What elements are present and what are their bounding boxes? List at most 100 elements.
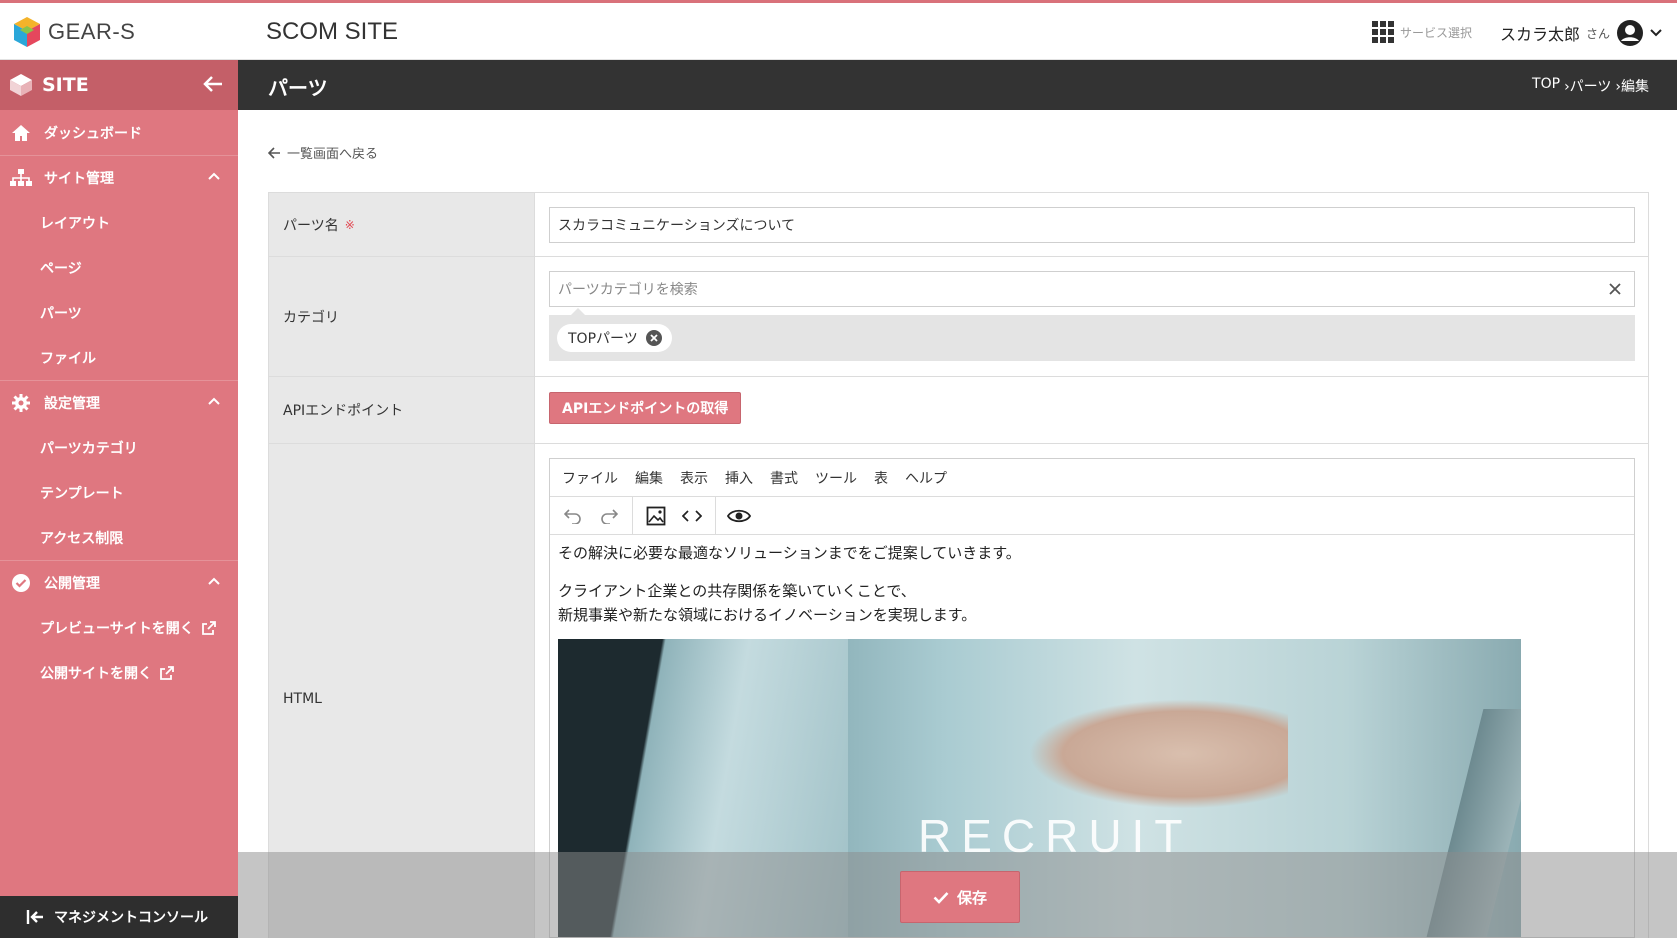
redo-button[interactable]: [596, 503, 622, 529]
editor-menu-file[interactable]: ファイル: [562, 468, 618, 488]
sidebar-nav: ダッシュボード サイト管理 レイアウト ページ パーツ ファイル 設定管理 パー…: [0, 110, 238, 695]
brand-name: GEAR-S: [48, 19, 136, 44]
content-paragraph: その解決に必要な最適なソリューションまでをご提案していきます。: [558, 544, 1021, 562]
category-search-input[interactable]: パーツカテゴリを検索: [549, 271, 1635, 307]
parts-edit-form: パーツ名 ※ スカラコミュニケーションズについて カテゴリ パーツカテゴリを検索 …: [268, 192, 1649, 938]
sidebar: SITE ダッシュボード サイト管理 レイアウト ページ パーツ ファイル 設定…: [0, 60, 238, 938]
chevron-up-icon: [208, 172, 220, 180]
sidebar-item-label: ダッシュボード: [44, 125, 142, 142]
category-search-placeholder: パーツカテゴリを検索: [558, 282, 698, 298]
code-icon: [682, 509, 702, 522]
editor-menu-format[interactable]: 書式: [770, 468, 798, 488]
site-name: SCOM SITE: [266, 18, 399, 45]
apps-grid-icon: [1372, 21, 1394, 43]
page-title: パーツ: [268, 76, 328, 100]
sidebar-group-settings[interactable]: 設定管理: [0, 380, 238, 425]
sidebar-item-file[interactable]: ファイル: [0, 335, 238, 380]
check-circle-icon: [12, 574, 30, 592]
sidebar-title: SITE: [42, 74, 89, 96]
editor-menu-edit[interactable]: 編集: [635, 468, 663, 488]
editor-menu-help[interactable]: ヘルプ: [905, 468, 947, 488]
home-icon: [12, 124, 30, 141]
undo-icon: [564, 508, 581, 524]
sidebar-item-layout[interactable]: レイアウト: [0, 200, 238, 245]
service-select-button[interactable]: サービス選択: [1372, 21, 1472, 43]
sidebar-group-label: 公開管理: [44, 576, 100, 592]
image-figure-hand: [1028, 699, 1288, 809]
editor-menu-table[interactable]: 表: [874, 468, 888, 488]
source-code-button[interactable]: [679, 503, 705, 529]
undo-button[interactable]: [560, 503, 586, 529]
editor-menu-view[interactable]: 表示: [680, 468, 708, 488]
app-root: GEAR-S SCOM SITE サービス選択 スカラ太郎 さん SITE ダッ…: [0, 0, 1677, 938]
user-menu[interactable]: スカラ太郎 さん: [1500, 19, 1662, 47]
insert-image-button[interactable]: [643, 503, 669, 529]
redo-icon: [601, 508, 618, 524]
category-tag-label: TOPパーツ: [568, 331, 638, 347]
required-mark: ※: [344, 217, 355, 232]
row-api-endpoint: APIエンドポイント APIエンドポイントの取得: [269, 377, 1648, 444]
check-icon: [933, 891, 949, 904]
sidebar-item-parts-category[interactable]: パーツカテゴリ: [0, 425, 238, 470]
sidebar-group-publish[interactable]: 公開管理: [0, 560, 238, 605]
chevron-up-icon: [208, 397, 220, 405]
site-cube-icon: [10, 74, 32, 96]
back-link-label: 一覧画面へ戻る: [287, 147, 379, 162]
back-to-list-link[interactable]: 一覧画面へ戻る: [268, 143, 378, 162]
image-icon: [646, 506, 666, 525]
management-console-label: マネジメントコンソール: [54, 910, 208, 926]
chevron-down-icon: [1650, 29, 1662, 37]
save-label: 保存: [956, 888, 987, 907]
sidebar-item-open-public[interactable]: 公開サイトを開く: [0, 650, 238, 695]
exit-arrow-icon: [26, 910, 43, 924]
parts-name-input[interactable]: スカラコミュニケーションズについて: [549, 207, 1635, 243]
content-paragraph: 新規事業や新たな領域におけるイノベーションを実現します。: [558, 606, 977, 624]
sidebar-item-label: 公開サイトを開く: [40, 665, 152, 682]
chevron-up-icon: [208, 577, 220, 585]
row-value: APIエンドポイントの取得: [535, 377, 1648, 443]
sidebar-group-label: サイト管理: [44, 171, 114, 187]
image-recruit-text: RECRUIT: [918, 810, 1193, 862]
sitemap-icon: [10, 169, 32, 186]
sidebar-item-parts[interactable]: パーツ: [0, 290, 238, 335]
parts-name-label: パーツ名: [283, 217, 339, 234]
editor-menu-tools[interactable]: ツール: [815, 468, 857, 488]
external-link-icon: [160, 665, 174, 680]
sidebar-item-template[interactable]: テンプレート: [0, 470, 238, 515]
sidebar-item-label: プレビューサイトを開く: [40, 620, 194, 637]
field-label: パーツ名 ※: [269, 193, 535, 256]
preview-button[interactable]: [726, 503, 752, 529]
toolbar-divider: [632, 496, 633, 535]
editor-toolbar: [550, 496, 1634, 535]
user-name: スカラ太郎: [1500, 25, 1581, 44]
editor-menu-insert[interactable]: 挿入: [725, 468, 753, 488]
toolbar-divider: [715, 496, 716, 535]
collapse-arrow-icon[interactable]: [202, 73, 224, 95]
breadcrumb-top[interactable]: TOP: [1532, 76, 1560, 96]
eye-icon: [727, 509, 751, 522]
field-label: APIエンドポイント: [269, 377, 535, 443]
get-api-endpoint-button[interactable]: APIエンドポイントの取得: [549, 392, 742, 424]
close-icon[interactable]: [1606, 280, 1624, 298]
management-console-link[interactable]: マネジメントコンソール: [0, 896, 238, 938]
external-link-icon: [201, 620, 216, 635]
gear-icon: [12, 394, 30, 412]
breadcrumb-parts[interactable]: ›パーツ: [1564, 76, 1611, 96]
content-paragraph: クライアント企業との共存関係を築いていくことで、: [558, 582, 916, 600]
user-suffix: さん: [1586, 26, 1611, 41]
remove-tag-icon[interactable]: [645, 330, 662, 346]
sidebar-item-open-preview[interactable]: プレビューサイトを開く: [0, 605, 238, 650]
field-label: カテゴリ: [269, 257, 535, 376]
sidebar-item-dashboard[interactable]: ダッシュボード: [0, 110, 238, 155]
selected-category-box: TOPパーツ: [549, 308, 1635, 361]
sidebar-group-site-mgmt[interactable]: サイト管理: [0, 155, 238, 200]
breadcrumb: TOP ›パーツ ›編集: [1532, 76, 1649, 96]
arrow-left-icon: [268, 146, 280, 159]
save-button[interactable]: 保存: [900, 871, 1020, 923]
page-title-bar: パーツ TOP ›パーツ ›編集: [238, 60, 1677, 110]
sidebar-item-page[interactable]: ページ: [0, 245, 238, 290]
service-select-label: サービス選択: [1400, 25, 1473, 40]
row-value: パーツカテゴリを検索 TOPパーツ: [535, 257, 1648, 376]
gear-s-logo-icon: [14, 17, 40, 47]
sidebar-item-access-limit[interactable]: アクセス制限: [0, 515, 238, 560]
